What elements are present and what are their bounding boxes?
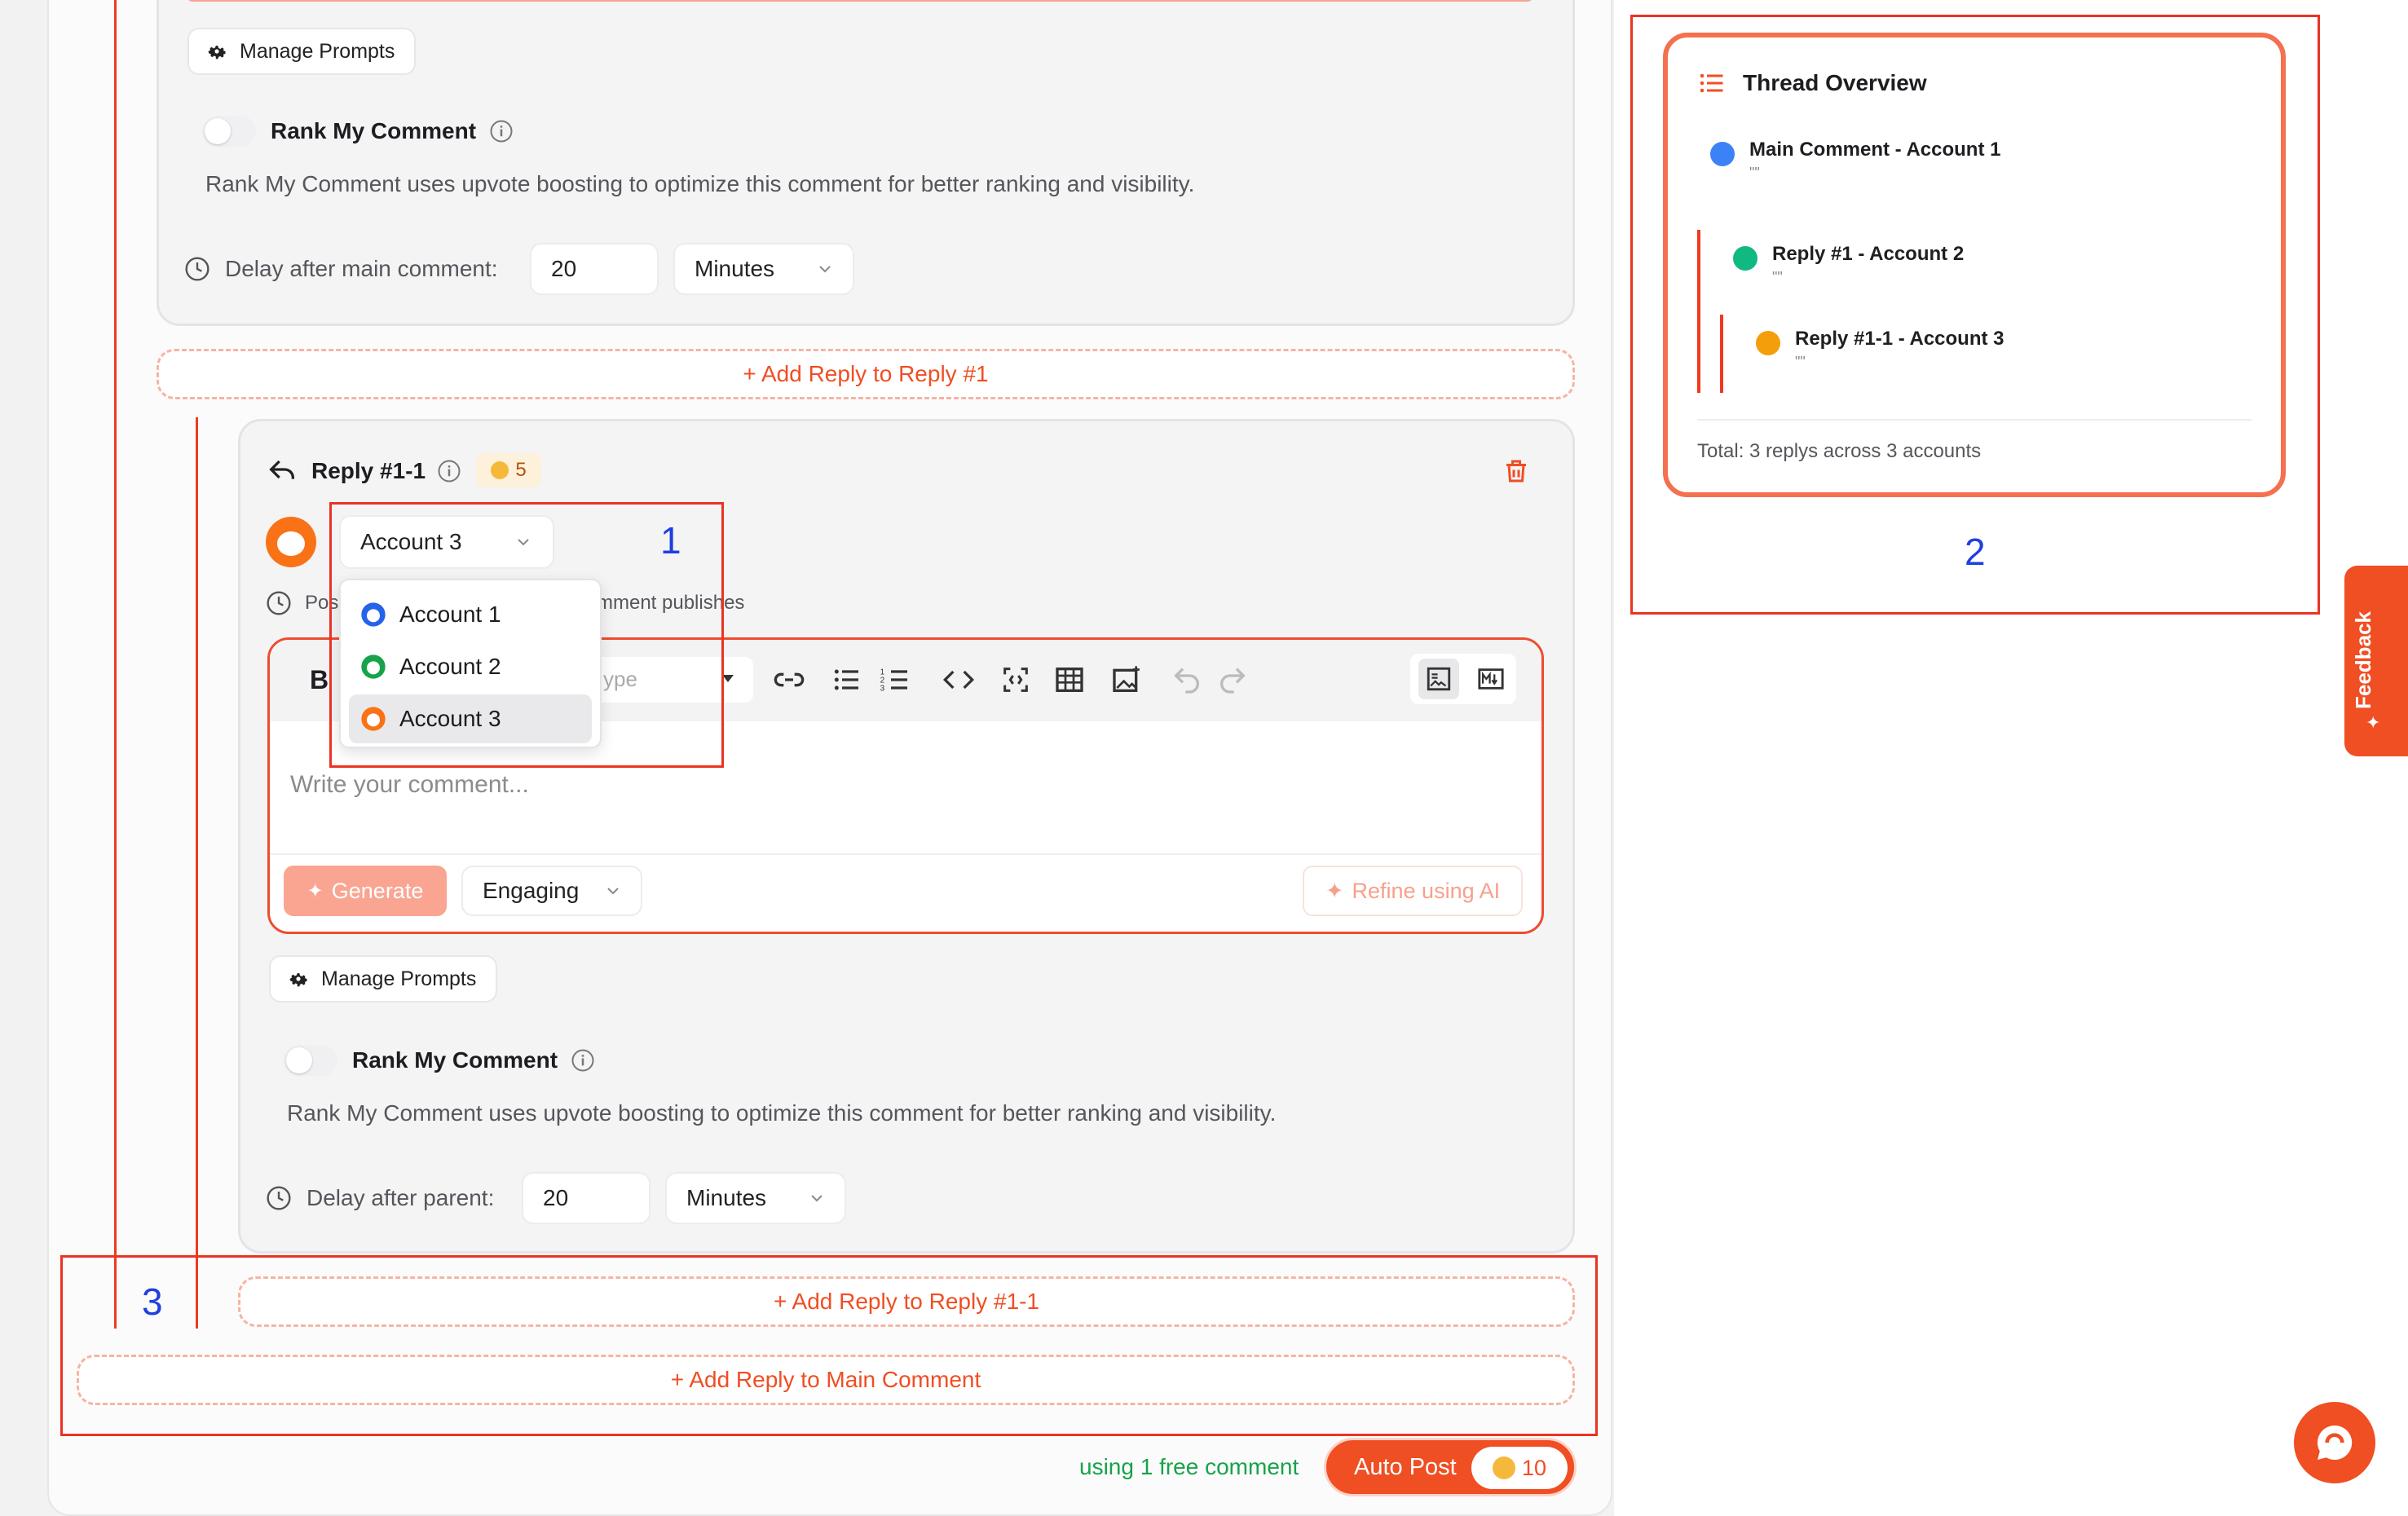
- panel-top-accent: [187, 0, 1533, 2]
- delay-input[interactable]: 20: [522, 1172, 651, 1224]
- chat-icon: [2317, 1425, 2353, 1460]
- credit-count: 5: [515, 459, 527, 481]
- generate-label: Generate: [331, 878, 424, 903]
- refine-label: Refine using AI: [1352, 878, 1501, 903]
- auto-post-credits: 10: [1471, 1447, 1568, 1489]
- undo-icon[interactable]: [1171, 663, 1203, 696]
- annotation-box-3: [60, 1255, 1598, 1436]
- annotation-number-2: 2: [1965, 531, 1986, 573]
- coin-icon: [491, 461, 509, 479]
- avatar: [266, 517, 316, 567]
- delay-unit-value: Minutes: [686, 1185, 767, 1210]
- reply-title: Reply #1-1: [311, 458, 426, 483]
- bold-button[interactable]: B: [310, 665, 329, 695]
- rank-description: Rank My Comment uses upvote boosting to …: [205, 171, 1195, 196]
- delay-unit-select[interactable]: Minutes: [665, 1172, 846, 1224]
- svg-text:3: 3: [880, 684, 885, 693]
- delay-label: Delay after main comment:: [225, 256, 498, 281]
- image-icon[interactable]: [1110, 663, 1143, 696]
- numbered-list-icon[interactable]: 123: [879, 663, 911, 696]
- add-reply-to-reply-1-button[interactable]: + Add Reply to Reply #1: [157, 349, 1575, 399]
- gear-icon: [289, 973, 307, 987]
- rank-label: Rank My Comment: [271, 118, 477, 143]
- feedback-label: Feedback: [2351, 611, 2375, 709]
- auto-post-label: Auto Post: [1354, 1453, 1457, 1480]
- code-icon[interactable]: [942, 663, 975, 696]
- delay-input[interactable]: 20: [530, 243, 659, 295]
- delay-unit-value: Minutes: [695, 256, 775, 281]
- avatar-face: [277, 531, 305, 556]
- chat-widget-button[interactable]: [2294, 1402, 2375, 1483]
- sparkle-icon: ✦: [307, 879, 324, 902]
- refine-button[interactable]: ✦ Refine using AI: [1303, 866, 1523, 916]
- chevron-down-icon: [811, 1195, 823, 1202]
- info-icon: [571, 1049, 594, 1072]
- code-block-icon[interactable]: [999, 663, 1032, 696]
- feedback-tab[interactable]: Feedback ✦: [2344, 566, 2408, 756]
- manage-prompts-label: Manage Prompts: [321, 967, 477, 990]
- bullet-list-icon[interactable]: [830, 663, 862, 696]
- free-comment-note: using 1 free comment: [1079, 1454, 1299, 1479]
- annotation-number-1: 1: [660, 519, 681, 562]
- caret-down-icon: [722, 675, 734, 682]
- tone-value: Engaging: [483, 878, 580, 903]
- tone-select[interactable]: Engaging: [461, 866, 642, 916]
- annotation-line-inner: [196, 417, 198, 1329]
- rank-description: Rank My Comment uses upvote boosting to …: [287, 1100, 1277, 1126]
- chevron-down-icon: [819, 266, 831, 273]
- rich-text-mode-icon[interactable]: [1418, 659, 1459, 699]
- annotation-line-outer: [114, 0, 117, 1329]
- manage-prompts-button[interactable]: Manage Prompts: [269, 955, 497, 1003]
- editor-divider: [270, 853, 1541, 855]
- generate-button[interactable]: ✦ Generate: [284, 866, 447, 916]
- coin-icon: [1492, 1457, 1515, 1479]
- info-icon: [438, 460, 461, 483]
- redo-icon[interactable]: [1216, 663, 1249, 696]
- auto-post-button[interactable]: Auto Post 10: [1324, 1438, 1577, 1496]
- reply-arrow-icon: [269, 460, 294, 479]
- manage-prompts-label: Manage Prompts: [240, 39, 395, 63]
- markdown-mode-icon[interactable]: [1471, 659, 1511, 699]
- gear-icon: [208, 46, 226, 59]
- sparkle-icon: ✦: [1325, 878, 1344, 903]
- clock-icon: [185, 257, 209, 281]
- delay-unit-select[interactable]: Minutes: [673, 243, 854, 295]
- link-icon[interactable]: [773, 663, 805, 696]
- rank-toggle[interactable]: [202, 116, 256, 147]
- rank-label: Rank My Comment: [352, 1047, 558, 1073]
- annotation-number-3: 3: [142, 1280, 163, 1323]
- trash-icon[interactable]: [1502, 456, 1531, 486]
- table-icon[interactable]: [1053, 663, 1086, 696]
- rank-toggle[interactable]: [284, 1045, 337, 1076]
- chevron-down-icon: [607, 888, 619, 895]
- annotation-box-2: [1630, 15, 2320, 615]
- auto-post-credit-count: 10: [1521, 1455, 1547, 1480]
- manage-prompts-button[interactable]: Manage Prompts: [187, 28, 416, 75]
- delay-label: Delay after parent:: [307, 1185, 495, 1210]
- sparkle-icon: ✦: [2366, 712, 2381, 733]
- clock-icon: [267, 591, 291, 615]
- clock-icon: [267, 1186, 291, 1210]
- credit-badge: 5: [476, 453, 541, 487]
- comment-textarea[interactable]: Write your comment...: [290, 771, 529, 799]
- info-icon: [490, 120, 513, 143]
